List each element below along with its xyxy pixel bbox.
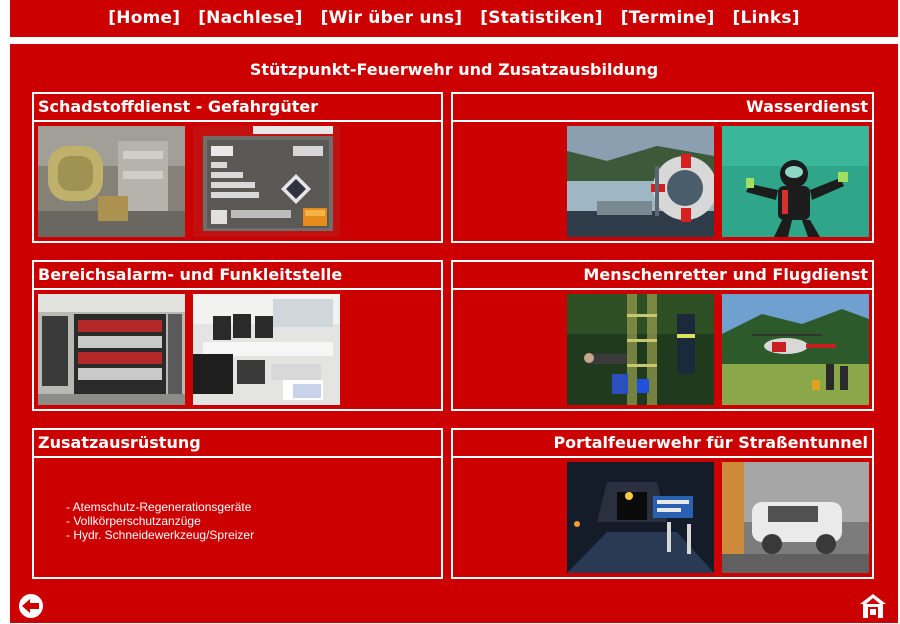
photo-tunnel-portal-night[interactable]: [567, 462, 714, 573]
panel-title[interactable]: Zusatzausrüstung: [34, 430, 441, 458]
panel-title[interactable]: Schadstoffdienst - Gefahrgüter: [34, 94, 441, 122]
nav-divider: [10, 37, 898, 44]
list-item: - Hydr. Schneidewerkzeug/Spreizer: [66, 528, 255, 542]
list-item: - Vollkörperschutzanzüge: [66, 514, 201, 528]
nav-nachlese[interactable]: [Nachlese]: [198, 8, 302, 28]
panel-menschenretter: Menschenretter und Flugdienst: [451, 260, 874, 411]
panel-title[interactable]: Menschenretter und Flugdienst: [453, 262, 872, 290]
panel-wasserdienst: Wasserdienst: [451, 92, 874, 243]
page-background: [Home] [Nachlese] [Wir über uns] [Statis…: [10, 0, 898, 623]
photo-row: [38, 294, 340, 405]
photo-river-rescue-lifebuoy[interactable]: [567, 126, 714, 237]
nav-links[interactable]: [Links]: [733, 8, 800, 28]
panel-portalfeuerwehr: Portalfeuerwehr für Straßentunnel: [451, 428, 874, 579]
photo-row: [567, 462, 869, 573]
photo-night-rescue-ladder[interactable]: [567, 294, 714, 405]
page-title: Stützpunkt-Feuerwehr und Zusatzausbildun…: [249, 60, 659, 79]
panel-title[interactable]: Bereichsalarm- und Funkleitstelle: [34, 262, 441, 290]
panel-bereichsalarm: Bereichsalarm- und Funkleitstelle: [32, 260, 443, 411]
home-icon[interactable]: [858, 592, 888, 620]
panel-title[interactable]: Portalfeuerwehr für Straßentunnel: [453, 430, 872, 458]
photo-equipment-storage-room[interactable]: [38, 294, 185, 405]
photo-dispatch-workstations[interactable]: [193, 294, 340, 405]
nav-home[interactable]: [Home]: [108, 8, 180, 28]
panel-title[interactable]: Wasserdienst: [453, 94, 872, 122]
nav-statistiken[interactable]: [Statistiken]: [480, 8, 603, 28]
nav-termine[interactable]: [Termine]: [621, 8, 715, 28]
photo-diver-underwater[interactable]: [722, 126, 869, 237]
panel-schadstoffdienst: Schadstoffdienst - Gefahrgüter: [32, 92, 443, 243]
photo-hazmat-training-room[interactable]: [38, 126, 185, 237]
photo-row: [567, 294, 869, 405]
photo-tunnel-car-smoke[interactable]: [722, 462, 869, 573]
photo-row: [38, 126, 340, 237]
list-item: - Atemschutz-Regenerationsgeräte: [66, 500, 252, 514]
photo-helicopter-landing[interactable]: [722, 294, 869, 405]
equipment-list: - Atemschutz-Regenerationsgeräte - Vollk…: [66, 500, 254, 542]
back-arrow-icon[interactable]: [18, 593, 44, 619]
photo-railcar-hazard-plate[interactable]: [193, 126, 340, 237]
main-nav: [Home] [Nachlese] [Wir über uns] [Statis…: [10, 0, 898, 36]
nav-wir-ueber-uns[interactable]: [Wir über uns]: [321, 8, 463, 28]
panel-zusatzausruestung: Zusatzausrüstung - Atemschutz-Regenerati…: [32, 428, 443, 579]
photo-row: [567, 126, 869, 237]
